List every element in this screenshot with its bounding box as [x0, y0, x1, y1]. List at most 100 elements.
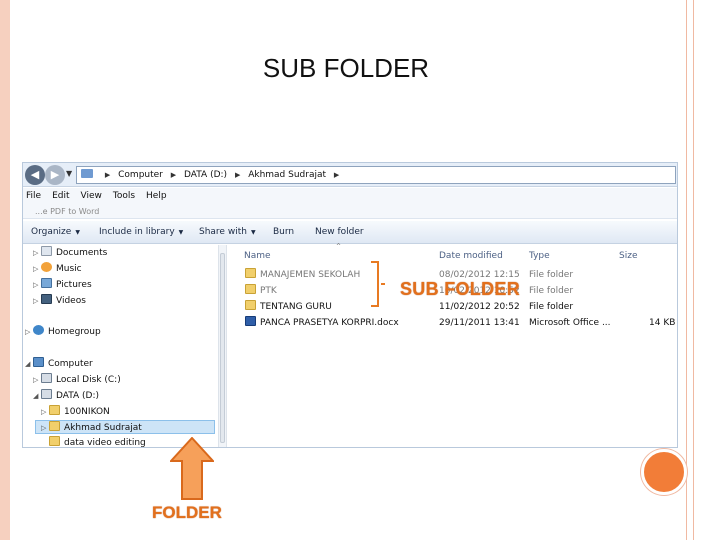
file-type: File folder [529, 286, 574, 296]
collapse-arrow-icon[interactable]: ◢ [25, 357, 33, 371]
faded-overlay-text: ...e PDF to Word [23, 204, 677, 219]
nav-item-pictures[interactable]: ▷ Pictures [33, 278, 92, 292]
expand-arrow-icon[interactable]: ▷ [33, 373, 41, 387]
chevron-right-icon: ▶ [104, 171, 111, 179]
nav-item-label: data video editing [64, 438, 146, 448]
nav-item-label: DATA (D:) [56, 391, 100, 401]
address-bar[interactable]: ▶ Computer ▶ DATA (D:) ▶ Akhmad Sudrajat… [76, 166, 676, 184]
file-type: File folder [529, 270, 574, 280]
folder-icon [245, 268, 256, 278]
nav-item-documents[interactable]: ▷ Documents [33, 246, 107, 260]
caret-down-icon: ▼ [178, 229, 184, 236]
folder-icon [245, 300, 256, 310]
folder-icon [49, 421, 60, 431]
command-bar: Organize ▼ Include in library ▼ Share with… [23, 221, 677, 244]
nav-item-local-disk[interactable]: ▷ Local Disk (C:) [33, 373, 121, 387]
file-row[interactable]: TENTANG GURU 11/02/2012 20:52 File folde… [229, 299, 677, 315]
nav-item-data-drive[interactable]: ◢ DATA (D:) [33, 389, 99, 403]
expand-arrow-icon[interactable]: ▷ [33, 294, 41, 308]
folder-icon [49, 405, 60, 415]
nav-item-label: Videos [56, 296, 86, 306]
caret-down-icon: ▼ [75, 229, 80, 236]
expand-arrow-icon[interactable]: ▷ [33, 278, 41, 292]
forward-button[interactable]: ▶ [45, 165, 65, 185]
menu-tools[interactable]: Tools [113, 188, 135, 204]
new-folder-button[interactable]: New folder [315, 227, 364, 237]
nav-item-homegroup[interactable]: ▷ Homegroup [25, 325, 101, 339]
breadcrumb-computer[interactable]: Computer [118, 170, 163, 180]
nav-scrollbar[interactable] [220, 253, 225, 443]
expand-arrow-icon[interactable]: ▷ [33, 246, 41, 260]
file-name: PANCA PRASETYA KORPRI.docx [260, 318, 399, 328]
file-list: ^ Name Date modified Type Size MANAJEMEN… [229, 243, 677, 447]
nav-item-label: Akhmad Sudrajat [64, 423, 142, 433]
folder-icon [81, 169, 93, 178]
nav-item-label: Music [56, 264, 82, 274]
nav-item-label: Computer [48, 359, 93, 369]
collapse-arrow-icon[interactable]: ◢ [33, 389, 41, 403]
nav-item-akhmad-sudrajat[interactable]: ▷ Akhmad Sudrajat [35, 420, 215, 434]
nav-item-100nikon[interactable]: ▷ 100NIKON [41, 405, 110, 419]
column-date-modified[interactable]: Date modified [439, 251, 503, 261]
slide-right-rule [693, 0, 694, 540]
folder-annotation: FOLDER [152, 503, 222, 522]
menu-file[interactable]: File [26, 188, 41, 204]
subfolder-bracket-tick [381, 283, 385, 285]
menu-help[interactable]: Help [146, 188, 167, 204]
menu-edit[interactable]: Edit [52, 188, 69, 204]
subfolder-bracket [371, 261, 379, 307]
file-name: MANAJEMEN SEKOLAH [260, 270, 361, 280]
file-row[interactable]: PANCA PRASETYA KORPRI.docx 29/11/2011 13… [229, 315, 677, 331]
include-in-library-label: Include in library [99, 227, 175, 237]
column-name[interactable]: Name [244, 251, 271, 261]
menu-bar: File Edit View Tools Help [23, 188, 677, 204]
column-size[interactable]: Size [619, 251, 637, 261]
chevron-right-icon: ▶ [170, 171, 177, 179]
include-in-library-button[interactable]: Include in library ▼ [99, 227, 183, 237]
nav-item-label: 100NIKON [64, 407, 110, 417]
chevron-right-icon: ▶ [333, 171, 340, 179]
local-disk-icon [41, 373, 52, 383]
homegroup-icon [33, 325, 44, 335]
nav-item-label: Homegroup [48, 327, 101, 337]
navigation-pane: ▷ Documents ▷ Music ▷ Pictures ▷ Videos ▷ Hom… [23, 245, 218, 448]
nav-item-label: Documents [56, 248, 108, 258]
organize-button[interactable]: Organize ▼ [31, 227, 80, 237]
file-date: 11/02/2012 20:52 [439, 302, 520, 312]
share-with-button[interactable]: Share with ▼ [199, 227, 256, 237]
back-button[interactable]: ◀ [25, 165, 45, 185]
word-doc-icon [245, 316, 256, 326]
nav-item-music[interactable]: ▷ Music [33, 262, 82, 276]
nav-item-label: Local Disk (C:) [56, 375, 121, 385]
slide-title: SUB FOLDER [262, 53, 430, 83]
expand-arrow-icon[interactable]: ▷ [41, 421, 49, 435]
expand-arrow-icon[interactable]: ▷ [25, 325, 33, 339]
pictures-icon [41, 278, 52, 288]
caret-down-icon: ▼ [250, 229, 256, 236]
file-type: Microsoft Office ... [529, 318, 611, 328]
file-type: File folder [529, 302, 574, 312]
folder-icon [245, 284, 256, 294]
breadcrumb-data-drive[interactable]: DATA (D:) [184, 170, 227, 180]
burn-button[interactable]: Burn [273, 227, 294, 237]
nav-item-label: Pictures [56, 280, 92, 290]
sort-ascending-icon: ^ [336, 243, 342, 250]
organize-label: Organize [31, 227, 72, 237]
explorer-window: ◀ ▶ ▼ ▶ Computer ▶ DATA (D:) ▶ Akhmad Su… [22, 162, 678, 448]
file-name: TENTANG GURU [260, 302, 332, 312]
column-type[interactable]: Type [529, 251, 550, 261]
expand-arrow-icon[interactable]: ▷ [41, 405, 49, 419]
file-date: 29/11/2011 13:41 [439, 318, 520, 328]
chevron-right-icon: ▶ [234, 171, 241, 179]
nav-item-videos[interactable]: ▷ Videos [33, 294, 86, 308]
breadcrumb-current-folder[interactable]: Akhmad Sudrajat [248, 170, 326, 180]
menu-view[interactable]: View [81, 188, 102, 204]
recent-pages-dropdown[interactable]: ▼ [66, 169, 72, 178]
nav-item-computer[interactable]: ◢ Computer [25, 357, 93, 371]
address-row: ◀ ▶ ▼ ▶ Computer ▶ DATA (D:) ▶ Akhmad Su… [23, 163, 677, 187]
share-with-label: Share with [199, 227, 247, 237]
data-drive-icon [41, 389, 52, 399]
nav-item-data-video-editing[interactable]: data video editing [49, 436, 146, 448]
music-icon [41, 262, 52, 272]
expand-arrow-icon[interactable]: ▷ [33, 262, 41, 276]
